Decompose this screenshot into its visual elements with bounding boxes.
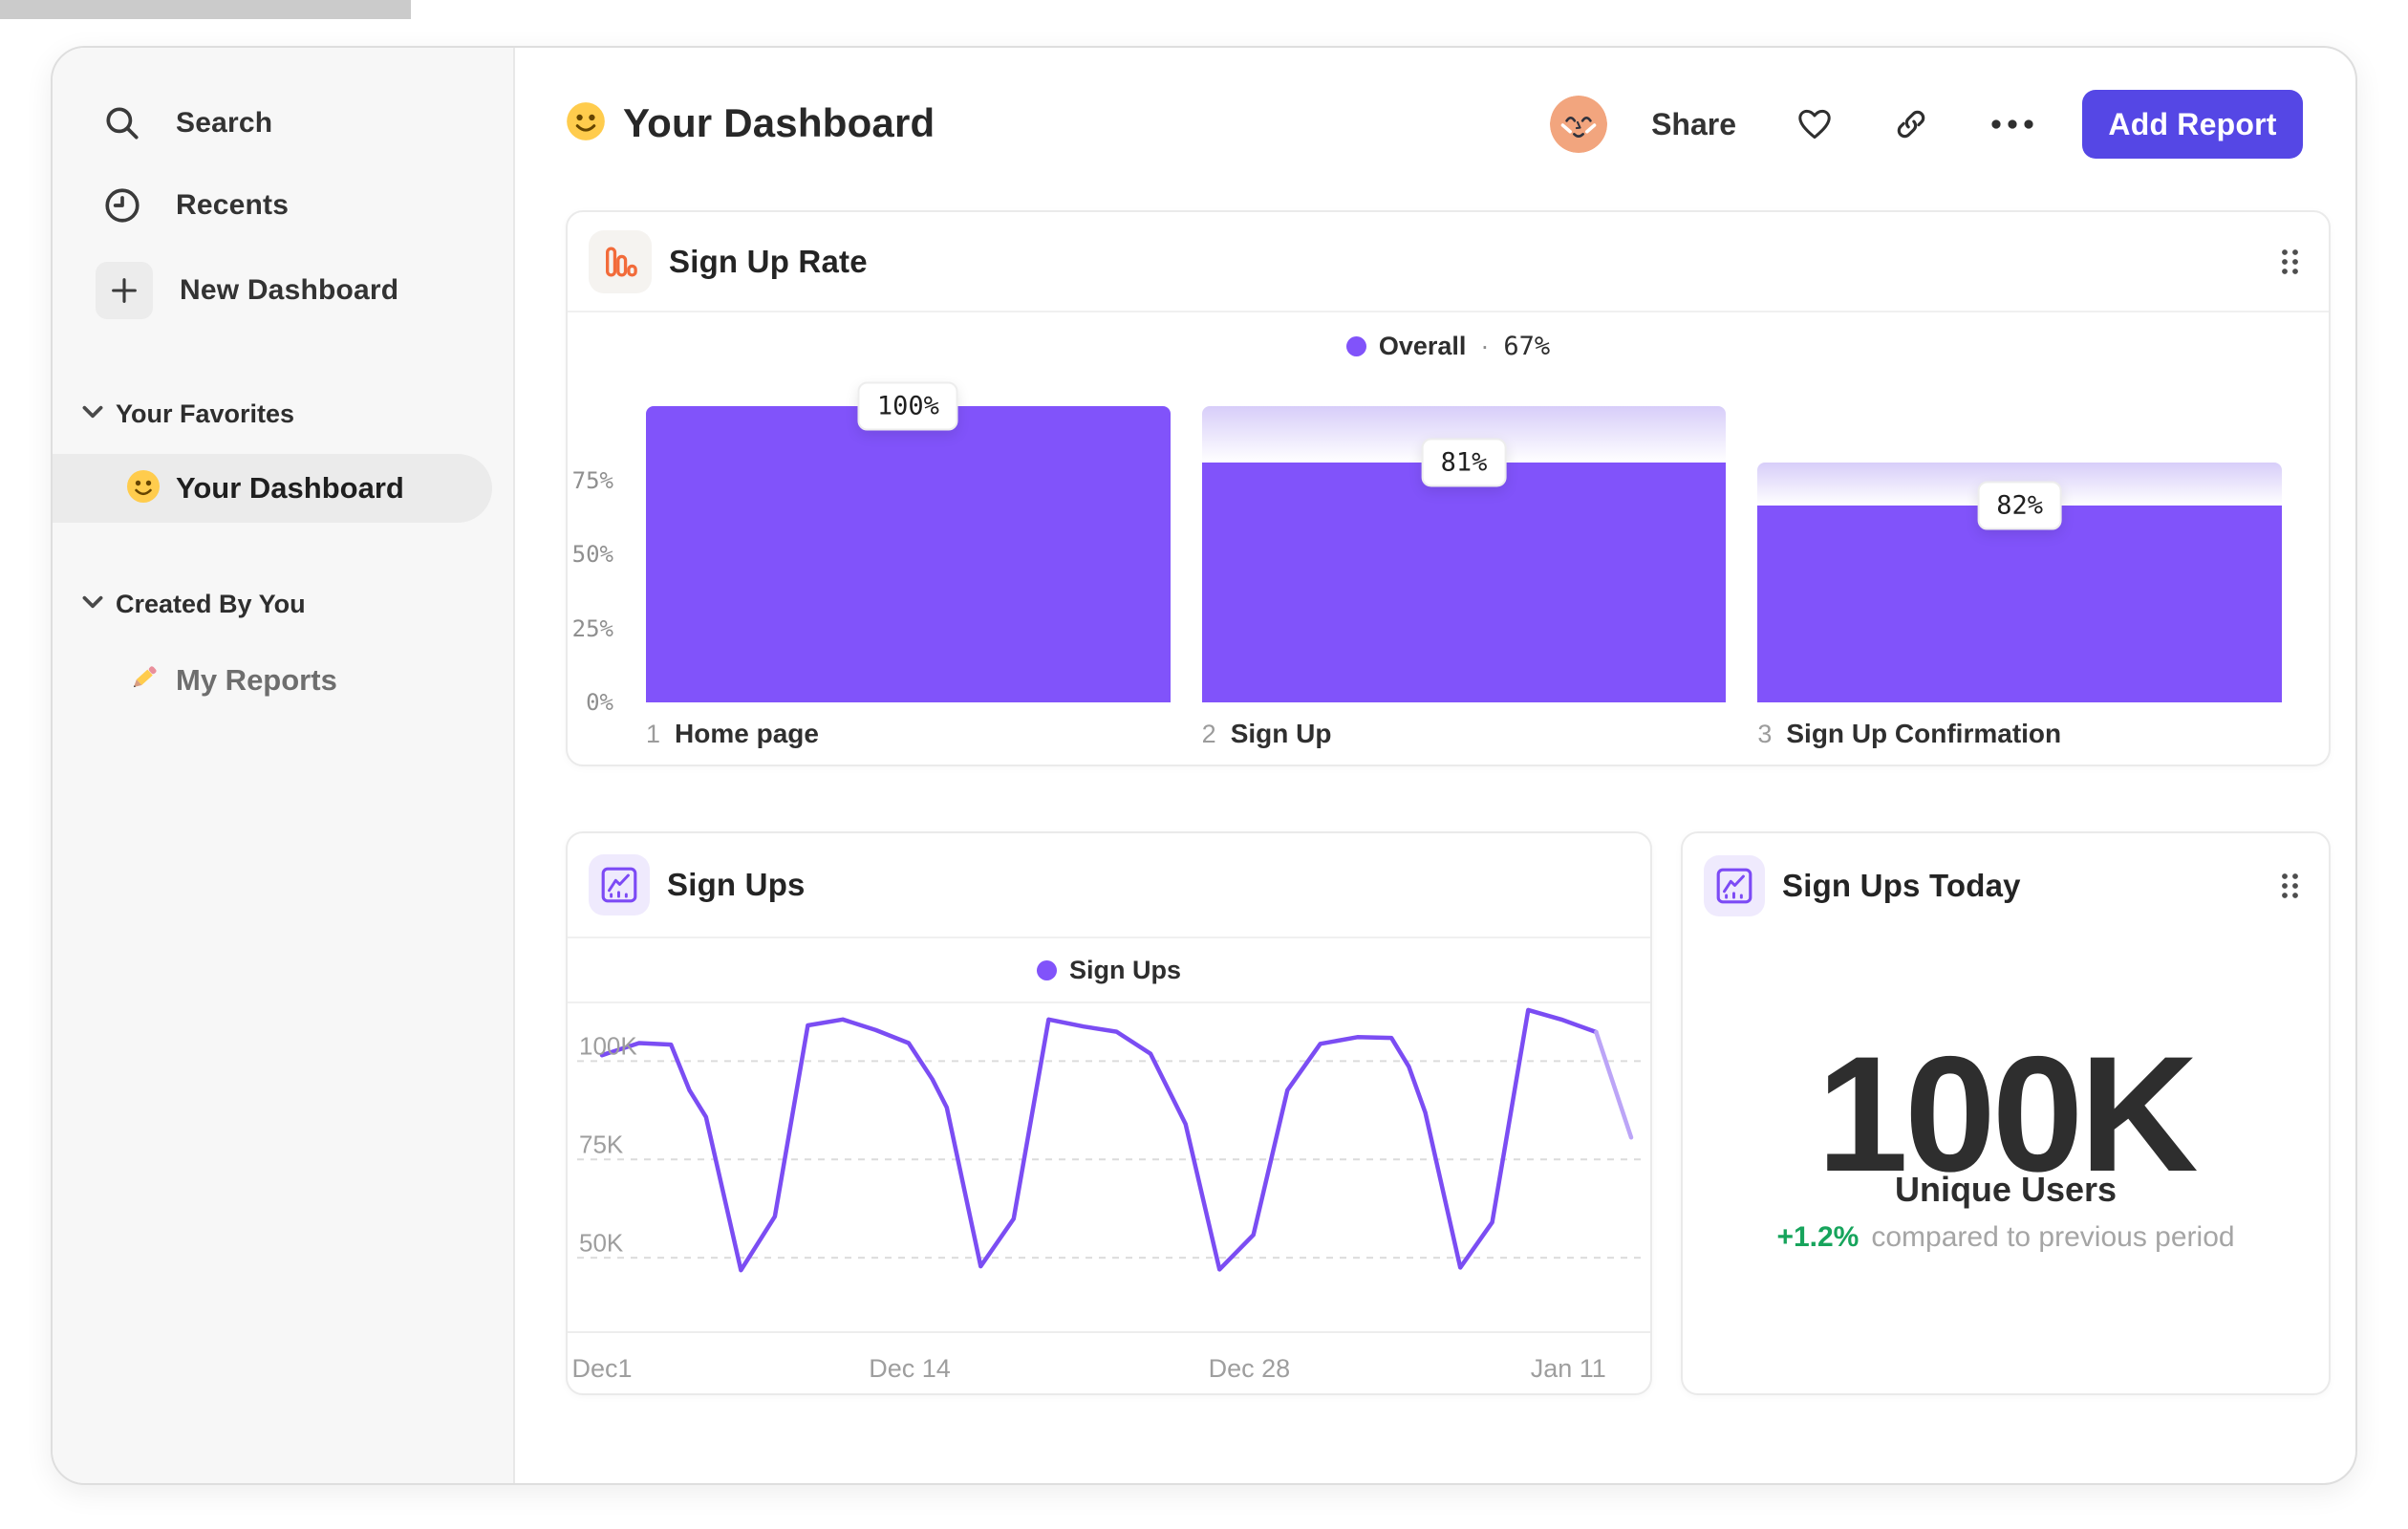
x-axis-label: Dec 28	[1208, 1354, 1291, 1383]
stat-caption: compared to previous period	[1871, 1221, 2235, 1253]
smiley-emoji-icon	[566, 101, 606, 146]
app-window: Search Recents New Dashboard Your Favori…	[51, 46, 2357, 1485]
funnel-bar-fill	[1757, 505, 2283, 702]
copy-link-icon[interactable]	[1893, 106, 1929, 142]
sign-up-rate-card: Sign Up Rate Overall · 67% 75% 50% 25% 0% 1…	[566, 210, 2331, 766]
funnel-value-tooltip: 82%	[1977, 481, 2063, 530]
sidebar-item-recents[interactable]: Recents	[96, 179, 289, 232]
page-title: Your Dashboard	[566, 91, 935, 156]
x-axis-label: Dec 14	[869, 1354, 951, 1383]
card-title: Sign Ups	[667, 867, 806, 902]
funnel-y-tick: 75%	[571, 466, 613, 494]
funnel-bar-fill	[1201, 462, 1727, 702]
browser-remnant-strip	[0, 0, 411, 19]
card-title: Sign Up Rate	[669, 243, 868, 279]
line-chart-icon	[1704, 855, 1765, 916]
x-axis-label: Dec1	[571, 1354, 633, 1383]
sidebar-item-label: Your Dashboard	[176, 471, 404, 505]
page-title-text: Your Dashboard	[623, 100, 935, 145]
sidebar-item-label: Recents	[176, 189, 290, 221]
card-title: Sign Ups Today	[1782, 868, 2021, 903]
pencil-emoji-icon	[126, 661, 161, 700]
header-controls: Share Add Report	[1550, 88, 2303, 161]
funnel-legend: Overall · 67%	[568, 325, 2329, 367]
y-axis-label: 50K	[579, 1228, 624, 1258]
drag-handle-icon[interactable]	[2279, 248, 2302, 276]
funnel-y-tick: 25%	[571, 614, 613, 642]
share-button[interactable]: Share	[1651, 107, 1736, 142]
funnel-y-axis: 75% 50% 25% 0%	[568, 406, 613, 717]
more-options-icon[interactable]	[1989, 117, 2036, 132]
section-created-by-you[interactable]: Created By You	[81, 577, 306, 631]
avatar[interactable]	[1550, 96, 1608, 153]
stat-delta-value: +1.2%	[1776, 1221, 1860, 1253]
section-title: Your Favorites	[116, 398, 295, 428]
sidebar: Search Recents New Dashboard Your Favori…	[53, 48, 515, 1483]
sidebar-item-your-dashboard[interactable]: Your Dashboard	[53, 454, 492, 523]
funnel-bar[interactable]: 81%	[1201, 406, 1727, 702]
clock-icon	[96, 179, 149, 232]
signups-legend: Sign Ups	[568, 938, 1650, 1003]
main-content: Your Dashboard Share Add Report Sign Up …	[515, 48, 2355, 1483]
sidebar-item-search[interactable]: Search	[96, 97, 272, 150]
signups-chart[interactable]: 100K 75K 50K	[568, 1005, 1650, 1331]
sidebar-item-my-reports[interactable]: My Reports	[53, 654, 492, 707]
section-title: Created By You	[116, 589, 306, 618]
chevron-down-icon	[81, 404, 104, 424]
sidebar-item-label: My Reports	[176, 663, 337, 697]
funnel-bar-fill	[646, 406, 1171, 702]
funnel-step-label: 3 Sign Up Confirmation	[1757, 719, 2062, 748]
funnel-step-label: 2 Sign Up	[1201, 719, 1332, 748]
sidebar-item-new-dashboard[interactable]: New Dashboard	[96, 260, 398, 321]
sidebar-item-label: Search	[176, 107, 273, 139]
y-axis-label: 75K	[579, 1130, 624, 1159]
stat-unit-label: Unique Users	[1894, 1170, 2118, 1209]
legend-series: Sign Ups	[1068, 955, 1181, 984]
funnel-bar[interactable]: 100%	[646, 381, 1171, 702]
legend-dot	[1345, 335, 1366, 356]
plus-icon	[96, 262, 153, 319]
funnel-bars: 100% 81% 82%	[646, 381, 2283, 702]
funnel-y-tick: 50%	[571, 541, 613, 568]
legend-value: 67%	[1503, 331, 1551, 361]
y-axis-label: 100K	[579, 1031, 637, 1061]
funnel-value-tooltip: 81%	[1421, 438, 1507, 487]
favorite-heart-icon[interactable]	[1795, 106, 1834, 142]
funnel-y-tick: 0%	[586, 689, 613, 716]
sign-ups-today-card: Sign Ups Today 100K Unique Users +1.2% c…	[1681, 831, 2331, 1395]
drag-handle-icon[interactable]	[2279, 872, 2302, 900]
x-axis-label: Jan 11	[1530, 1354, 1606, 1383]
legend-separator: ·	[1480, 331, 1490, 360]
search-icon	[96, 97, 149, 150]
funnel-chart-icon	[589, 229, 652, 293]
legend-series: Overall	[1378, 331, 1467, 360]
legend-dot	[1036, 959, 1057, 980]
stat-comparison: +1.2% compared to previous period	[1683, 1221, 2329, 1254]
smiley-emoji-icon	[126, 469, 161, 508]
sidebar-item-label: New Dashboard	[180, 274, 399, 306]
funnel-value-tooltip: 100%	[857, 381, 958, 431]
chevron-down-icon	[81, 594, 104, 614]
funnel-step-label: 1 Home page	[646, 719, 819, 748]
sign-ups-card: Sign Ups Sign Ups 100K 75K 50K Dec1 Dec 14 D…	[566, 831, 1652, 1395]
add-report-button[interactable]: Add Report	[2082, 90, 2303, 159]
funnel-bar[interactable]: 82%	[1757, 406, 2283, 702]
funnel-step-labels: 1 Home page 2 Sign Up 3 Sign Up Confirmation	[646, 719, 2282, 749]
signups-x-axis: Dec1 Dec 14 Dec 28 Jan 11	[568, 1331, 1650, 1397]
section-your-favorites[interactable]: Your Favorites	[81, 387, 294, 441]
line-chart-icon	[589, 854, 650, 915]
